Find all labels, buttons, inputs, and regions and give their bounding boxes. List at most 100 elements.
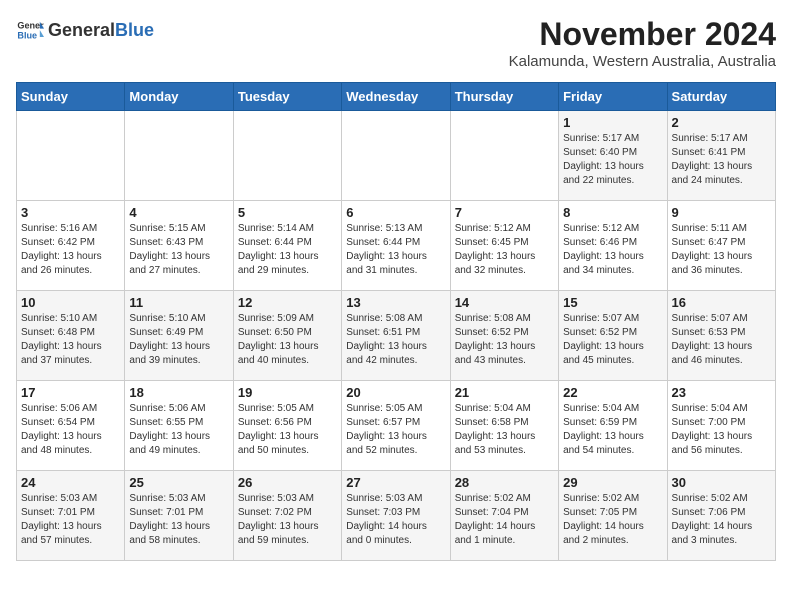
- day-info: Sunrise: 5:02 AM Sunset: 7:06 PM Dayligh…: [672, 492, 771, 548]
- day-number: 2: [672, 115, 771, 130]
- day-number: 25: [129, 475, 228, 490]
- logo-icon: General Blue: [16, 16, 44, 44]
- day-info: Sunrise: 5:03 AM Sunset: 7:01 PM Dayligh…: [21, 492, 120, 548]
- day-info: Sunrise: 5:14 AM Sunset: 6:44 PM Dayligh…: [238, 222, 337, 278]
- day-info: Sunrise: 5:15 AM Sunset: 6:43 PM Dayligh…: [129, 222, 228, 278]
- day-cell: 22 Sunrise: 5:04 AM Sunset: 6:59 PM Dayli…: [559, 381, 667, 471]
- day-number: 5: [238, 205, 337, 220]
- day-cell: 17Sunrise: 5:06 AM Sunset: 6:54 PM Dayli…: [17, 381, 125, 471]
- svg-text:Blue: Blue: [17, 30, 37, 40]
- day-info: Sunrise: 5:05 AM Sunset: 6:56 PM Dayligh…: [238, 402, 337, 458]
- day-cell: 27Sunrise: 5:03 AM Sunset: 7:03 PM Dayli…: [342, 471, 450, 561]
- day-number: 21: [455, 385, 554, 400]
- day-cell: [233, 111, 341, 201]
- day-info: Sunrise: 5:04 AM Sunset: 7:00 PM Dayligh…: [672, 402, 771, 458]
- day-cell: 23 Sunrise: 5:04 AM Sunset: 7:00 PM Dayli…: [667, 381, 775, 471]
- title-area: November 2024 Kalamunda, Western Austral…: [509, 16, 776, 70]
- day-number: 7: [455, 205, 554, 220]
- week-row-2: 3Sunrise: 5:16 AM Sunset: 6:42 PM Daylig…: [17, 201, 776, 291]
- day-cell: 2 Sunrise: 5:17 AM Sunset: 6:41 PM Daylig…: [667, 111, 775, 201]
- week-row-1: 1 Sunrise: 5:17 AM Sunset: 6:40 PM Daylig…: [17, 111, 776, 201]
- day-cell: 30 Sunrise: 5:02 AM Sunset: 7:06 PM Dayli…: [667, 471, 775, 561]
- day-info: Sunrise: 5:12 AM Sunset: 6:46 PM Dayligh…: [563, 222, 662, 278]
- day-cell: 8 Sunrise: 5:12 AM Sunset: 6:46 PM Daylig…: [559, 201, 667, 291]
- day-info: Sunrise: 5:08 AM Sunset: 6:51 PM Dayligh…: [346, 312, 445, 368]
- day-cell: 10 Sunrise: 5:10 AM Sunset: 6:48 PM Dayli…: [17, 291, 125, 381]
- day-header-saturday: Saturday: [667, 83, 775, 111]
- day-info: Sunrise: 5:03 AM Sunset: 7:02 PM Dayligh…: [238, 492, 337, 548]
- day-cell: 11 Sunrise: 5:10 AM Sunset: 6:49 PM Dayli…: [125, 291, 233, 381]
- day-info: Sunrise: 5:04 AM Sunset: 6:59 PM Dayligh…: [563, 402, 662, 458]
- day-cell: 15 Sunrise: 5:07 AM Sunset: 6:52 PM Dayli…: [559, 291, 667, 381]
- day-cell: 18 Sunrise: 5:06 AM Sunset: 6:55 PM Dayli…: [125, 381, 233, 471]
- day-cell: 28 Sunrise: 5:02 AM Sunset: 7:04 PM Dayli…: [450, 471, 558, 561]
- calendar-table: SundayMondayTuesdayWednesdayThursdayFrid…: [16, 82, 776, 561]
- day-number: 20: [346, 385, 445, 400]
- logo-blue: Blue: [115, 20, 154, 40]
- day-number: 8: [563, 205, 662, 220]
- day-cell: [450, 111, 558, 201]
- day-number: 14: [455, 295, 554, 310]
- week-row-4: 17Sunrise: 5:06 AM Sunset: 6:54 PM Dayli…: [17, 381, 776, 471]
- day-cell: [125, 111, 233, 201]
- day-cell: 25 Sunrise: 5:03 AM Sunset: 7:01 PM Dayli…: [125, 471, 233, 561]
- day-cell: 5 Sunrise: 5:14 AM Sunset: 6:44 PM Daylig…: [233, 201, 341, 291]
- day-number: 18: [129, 385, 228, 400]
- logo: General Blue GeneralBlue: [16, 16, 154, 44]
- day-cell: 12 Sunrise: 5:09 AM Sunset: 6:50 PM Dayli…: [233, 291, 341, 381]
- day-number: 26: [238, 475, 337, 490]
- day-info: Sunrise: 5:13 AM Sunset: 6:44 PM Dayligh…: [346, 222, 445, 278]
- day-info: Sunrise: 5:06 AM Sunset: 6:55 PM Dayligh…: [129, 402, 228, 458]
- day-header-sunday: Sunday: [17, 83, 125, 111]
- day-cell: 9 Sunrise: 5:11 AM Sunset: 6:47 PM Daylig…: [667, 201, 775, 291]
- day-number: 9: [672, 205, 771, 220]
- logo-general: General: [48, 20, 115, 40]
- day-cell: [17, 111, 125, 201]
- day-info: Sunrise: 5:03 AM Sunset: 7:01 PM Dayligh…: [129, 492, 228, 548]
- page-title: November 2024: [509, 16, 776, 53]
- day-number: 28: [455, 475, 554, 490]
- day-header-friday: Friday: [559, 83, 667, 111]
- day-number: 19: [238, 385, 337, 400]
- day-cell: 21 Sunrise: 5:04 AM Sunset: 6:58 PM Dayli…: [450, 381, 558, 471]
- day-info: Sunrise: 5:09 AM Sunset: 6:50 PM Dayligh…: [238, 312, 337, 368]
- day-info: Sunrise: 5:07 AM Sunset: 6:52 PM Dayligh…: [563, 312, 662, 368]
- day-info: Sunrise: 5:08 AM Sunset: 6:52 PM Dayligh…: [455, 312, 554, 368]
- day-info: Sunrise: 5:10 AM Sunset: 6:48 PM Dayligh…: [21, 312, 120, 368]
- day-number: 11: [129, 295, 228, 310]
- day-cell: 1 Sunrise: 5:17 AM Sunset: 6:40 PM Daylig…: [559, 111, 667, 201]
- day-number: 23: [672, 385, 771, 400]
- day-header-thursday: Thursday: [450, 83, 558, 111]
- day-cell: 29Sunrise: 5:02 AM Sunset: 7:05 PM Dayli…: [559, 471, 667, 561]
- day-info: Sunrise: 5:17 AM Sunset: 6:41 PM Dayligh…: [672, 132, 771, 188]
- day-number: 12: [238, 295, 337, 310]
- day-number: 16: [672, 295, 771, 310]
- day-header-tuesday: Tuesday: [233, 83, 341, 111]
- day-number: 10: [21, 295, 120, 310]
- day-number: 1: [563, 115, 662, 130]
- day-info: Sunrise: 5:03 AM Sunset: 7:03 PM Dayligh…: [346, 492, 445, 548]
- day-number: 22: [563, 385, 662, 400]
- day-info: Sunrise: 5:11 AM Sunset: 6:47 PM Dayligh…: [672, 222, 771, 278]
- day-number: 15: [563, 295, 662, 310]
- day-info: Sunrise: 5:10 AM Sunset: 6:49 PM Dayligh…: [129, 312, 228, 368]
- day-info: Sunrise: 5:07 AM Sunset: 6:53 PM Dayligh…: [672, 312, 771, 368]
- day-cell: 24Sunrise: 5:03 AM Sunset: 7:01 PM Dayli…: [17, 471, 125, 561]
- day-info: Sunrise: 5:12 AM Sunset: 6:45 PM Dayligh…: [455, 222, 554, 278]
- day-number: 3: [21, 205, 120, 220]
- day-header-monday: Monday: [125, 83, 233, 111]
- day-info: Sunrise: 5:04 AM Sunset: 6:58 PM Dayligh…: [455, 402, 554, 458]
- day-number: 29: [563, 475, 662, 490]
- day-cell: 6Sunrise: 5:13 AM Sunset: 6:44 PM Daylig…: [342, 201, 450, 291]
- day-info: Sunrise: 5:17 AM Sunset: 6:40 PM Dayligh…: [563, 132, 662, 188]
- day-number: 17: [21, 385, 120, 400]
- day-number: 30: [672, 475, 771, 490]
- day-cell: 3Sunrise: 5:16 AM Sunset: 6:42 PM Daylig…: [17, 201, 125, 291]
- day-cell: 26 Sunrise: 5:03 AM Sunset: 7:02 PM Dayli…: [233, 471, 341, 561]
- week-row-5: 24Sunrise: 5:03 AM Sunset: 7:01 PM Dayli…: [17, 471, 776, 561]
- day-cell: 19 Sunrise: 5:05 AM Sunset: 6:56 PM Dayli…: [233, 381, 341, 471]
- week-row-3: 10 Sunrise: 5:10 AM Sunset: 6:48 PM Dayli…: [17, 291, 776, 381]
- day-info: Sunrise: 5:02 AM Sunset: 7:04 PM Dayligh…: [455, 492, 554, 548]
- day-cell: 4Sunrise: 5:15 AM Sunset: 6:43 PM Daylig…: [125, 201, 233, 291]
- day-cell: 7 Sunrise: 5:12 AM Sunset: 6:45 PM Daylig…: [450, 201, 558, 291]
